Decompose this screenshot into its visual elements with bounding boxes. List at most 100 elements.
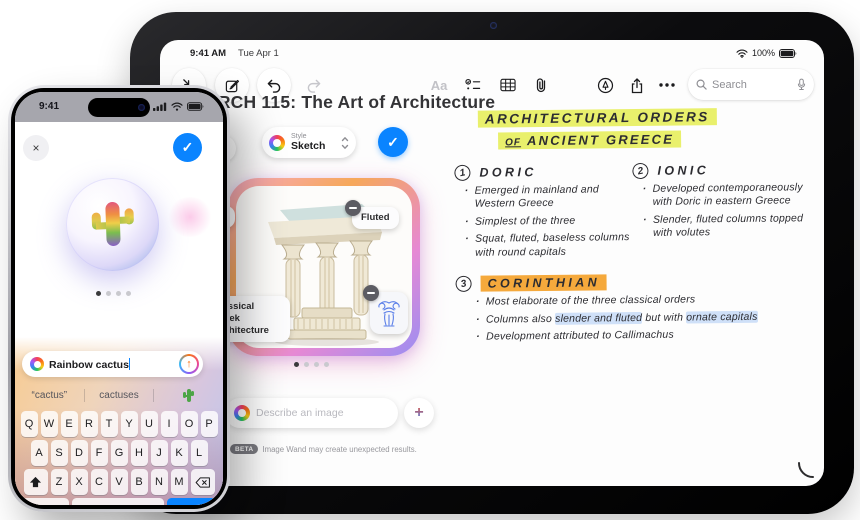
return-key[interactable]: ✓ [167,498,216,505]
key[interactable]: B [131,469,148,495]
genmoji-pagination-dots[interactable] [96,291,131,296]
dictation-mic-icon[interactable] [797,78,806,91]
key[interactable]: L [191,440,208,466]
suggestion-cactus-emoji[interactable] [154,389,223,402]
cellular-signal-icon [153,102,167,111]
genmoji-confirm-button[interactable]: ✓ [173,133,202,162]
keyboard-area: Rainbow cactus ↑ “cactus” cactuses [15,337,223,505]
page-dot[interactable] [304,362,309,367]
page-dot[interactable] [96,291,101,296]
key[interactable]: A [31,440,48,466]
ipad-status-right: 100% [736,48,798,58]
keyboard-row-2: ASDFGHJKL [15,440,223,466]
page-dot[interactable] [314,362,319,367]
numbers-key[interactable]: 123 [22,498,69,505]
backspace-icon [195,477,211,488]
key[interactable]: S [51,440,68,466]
table-button[interactable] [491,68,525,102]
shift-key[interactable] [24,469,48,495]
add-description-button[interactable]: + [404,398,434,428]
key[interactable]: K [171,440,188,466]
format-text-label: Aa [431,78,448,93]
iphone-screen: 9:41 × ✓ [15,92,223,505]
battery-icon [779,49,798,58]
key[interactable]: D [71,440,88,466]
backspace-key[interactable] [191,469,215,495]
remove-fluted-button[interactable] [345,200,361,216]
genmoji-close-button[interactable]: × [23,135,49,161]
corinthian-bullet: Most elaborate of the three classical or… [486,292,816,309]
key[interactable]: M [171,469,188,495]
page-dot[interactable] [126,291,131,296]
key[interactable]: E [61,411,78,437]
style-label: Style [291,133,335,140]
more-button[interactable] [650,68,684,102]
markup-pencil-icon [597,77,614,94]
plus-icon: + [414,405,423,421]
paperclip-icon [534,77,548,93]
corinthian-bullet: Development attributed to Callimachus [486,327,816,344]
search-field[interactable]: Search [688,69,814,100]
key[interactable]: U [141,411,158,437]
notes-heading-line2: OFANCIENT GREECE [498,130,822,148]
image-playground-icon [234,405,250,421]
check-icon: ✓ [387,134,399,151]
checklist-icon [465,78,481,92]
orders-columns: 1DORIC Emerged in mainland and Western G… [454,161,823,264]
image-wand-confirm-button[interactable]: ✓ [378,127,408,157]
ipad-screen: 9:41 AM Tue Apr 1 100% [160,40,824,486]
dynamic-island [88,98,150,117]
share-button[interactable] [620,68,654,102]
key[interactable]: P [201,411,218,437]
key[interactable]: X [71,469,88,495]
key[interactable]: I [161,411,178,437]
image-pagination-dots[interactable] [294,362,329,367]
ipad-status-date: Tue Apr 1 [238,48,279,59]
undo-icon [266,78,282,93]
attachment-button[interactable] [524,68,558,102]
check-icon: ✓ [182,139,194,156]
ipad-status-bar: 9:41 AM Tue Apr 1 100% [160,48,824,62]
suggestion-quoted[interactable]: “cactus” [15,390,84,401]
genmoji-preview-bubble [66,178,159,271]
page-dot[interactable] [294,362,299,367]
remove-thumbnail-button[interactable] [363,285,379,301]
key[interactable]: N [151,469,168,495]
wifi-icon [171,102,183,111]
describe-image-input[interactable]: Describe an image [225,398,398,428]
key[interactable]: Y [121,411,138,437]
shift-icon [29,476,42,489]
key[interactable]: R [81,411,98,437]
key[interactable]: W [41,411,58,437]
page-dot[interactable] [106,291,111,296]
handwritten-notes: ARCHITECTURAL ORDERS OFANCIENT GREECE 1D… [454,104,824,348]
capital-sketch-icon [376,298,402,328]
ipad-device: 9:41 AM Tue Apr 1 100% [130,12,854,514]
ionic-bullet: Developed contemporaneously with Doric i… [653,181,811,210]
key[interactable]: Z [51,469,68,495]
key[interactable]: T [101,411,118,437]
page-dot[interactable] [116,291,121,296]
key[interactable]: H [131,440,148,466]
chevron-up-down-icon [341,136,349,150]
key[interactable]: Q [21,411,38,437]
key[interactable]: G [111,440,128,466]
image-playground-icon [269,135,285,151]
key[interactable]: C [91,469,108,495]
style-picker[interactable]: Style Sketch [262,127,356,158]
genmoji-prompt-input[interactable]: Rainbow cactus ↑ [22,351,203,377]
space-key[interactable] [72,498,164,505]
ipad-status-time: 9:41 AM [190,48,226,59]
markup-button[interactable] [588,68,622,102]
suggestion-cactuses[interactable]: cactuses [85,390,154,401]
corner-swipe-indicator [796,460,816,480]
key[interactable]: O [181,411,198,437]
key[interactable]: F [91,440,108,466]
key[interactable]: V [111,469,128,495]
key[interactable]: J [151,440,168,466]
search-icon [696,79,707,90]
style-value: Sketch [291,141,335,152]
page-dot[interactable] [324,362,329,367]
describe-image-placeholder: Describe an image [256,407,344,419]
send-prompt-button[interactable]: ↑ [179,354,199,374]
